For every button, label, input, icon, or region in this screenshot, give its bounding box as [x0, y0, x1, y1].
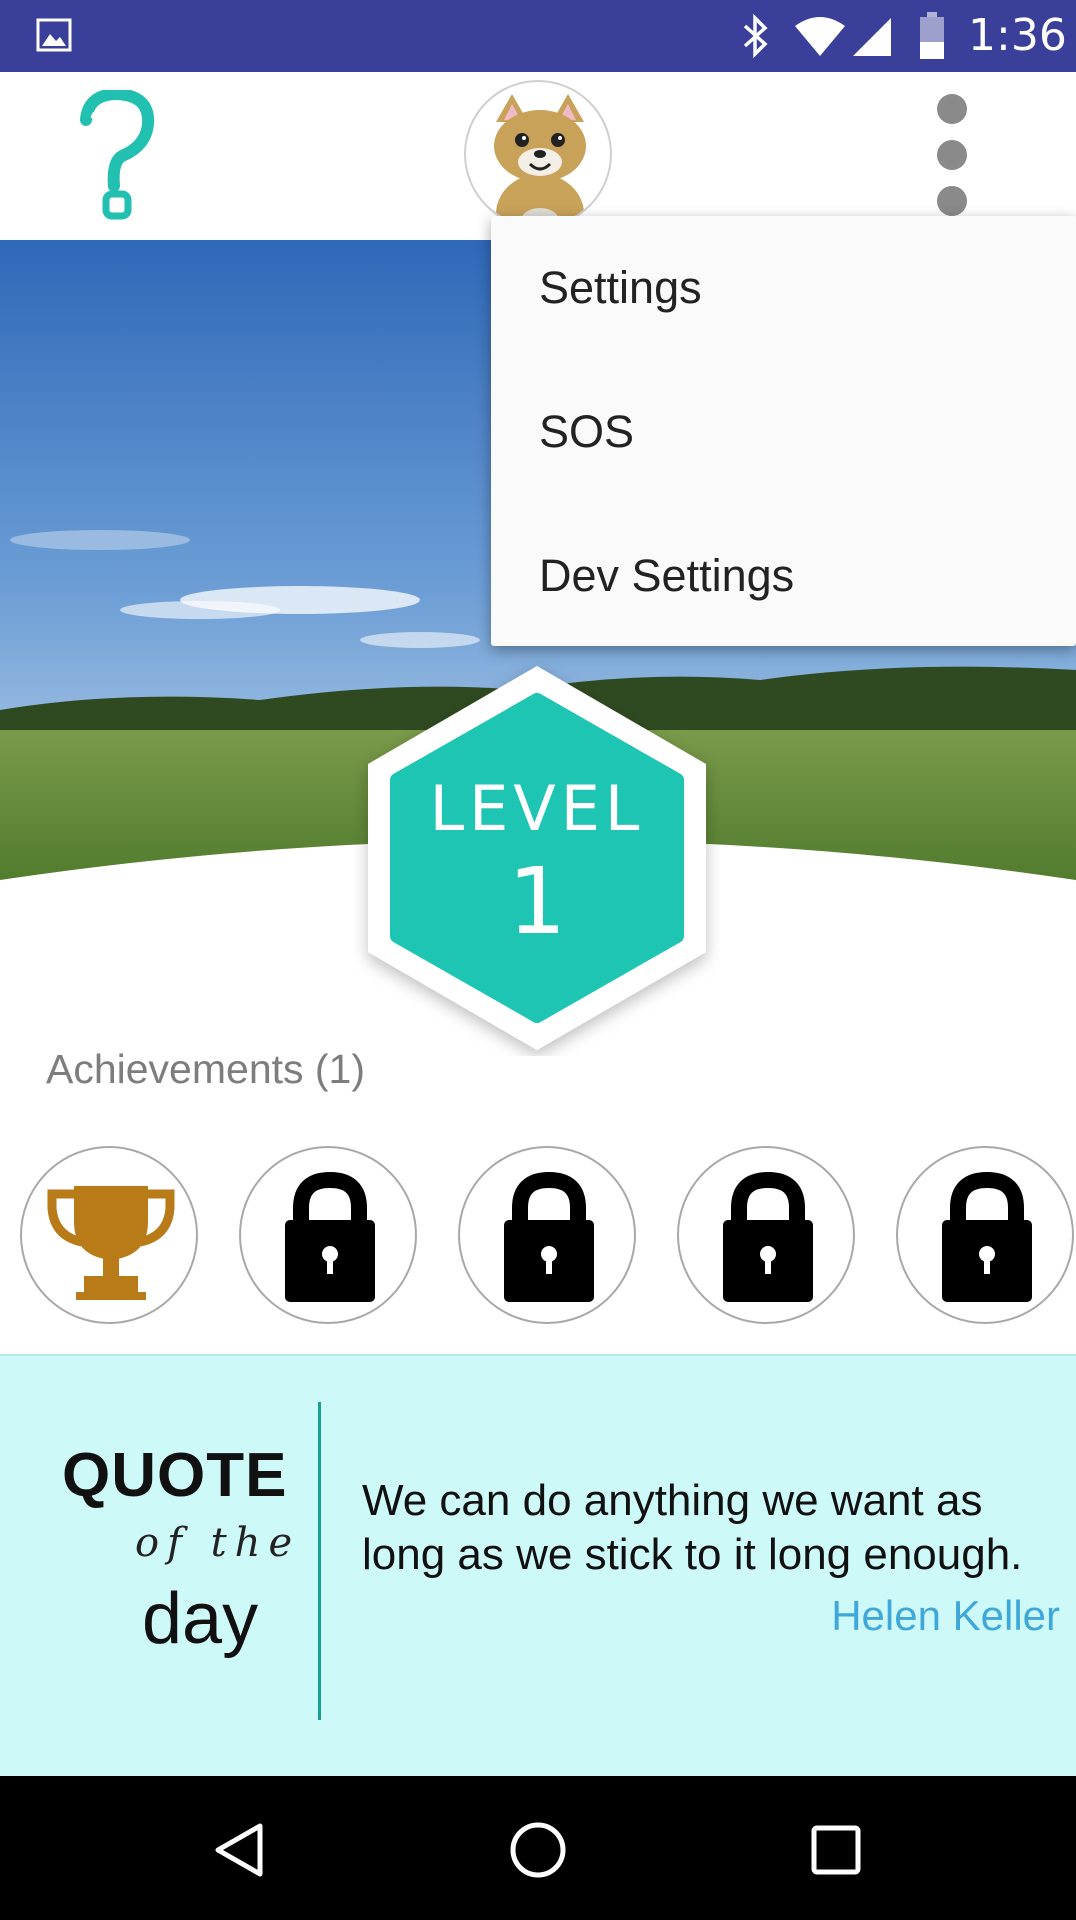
quote-divider	[318, 1402, 321, 1720]
back-icon[interactable]	[212, 1822, 268, 1878]
quote-text: We can do anything we want as long as we…	[362, 1476, 1023, 1579]
trophy-icon	[47, 1186, 175, 1300]
status-time: 1:36	[968, 10, 1067, 61]
menu-item-sos[interactable]: SOS	[491, 360, 1076, 504]
menu-item-settings[interactable]: Settings	[491, 216, 1076, 360]
question-mark-icon[interactable]	[78, 90, 158, 220]
bluetooth-icon	[743, 14, 768, 58]
wifi-icon	[795, 17, 845, 56]
quote-heading-of-the: of the	[135, 1520, 301, 1566]
achievement-badge-locked[interactable]	[896, 1146, 1074, 1324]
image-icon	[36, 18, 72, 52]
signal-icon	[853, 18, 891, 56]
achievement-badge-locked[interactable]	[458, 1146, 636, 1324]
more-vert-icon[interactable]	[934, 94, 970, 220]
avatar[interactable]	[464, 80, 612, 228]
level-label: LEVEL	[429, 772, 645, 845]
quote-heading-day: day	[142, 1579, 259, 1659]
quote-heading-quote: QUOTE	[62, 1441, 288, 1510]
status-bar: 1:36	[0, 0, 1076, 72]
lock-icon	[285, 1171, 375, 1302]
achievement-badge-locked[interactable]	[239, 1146, 417, 1324]
navigation-bar	[0, 1776, 1076, 1920]
cat-avatar-icon	[494, 94, 586, 226]
lock-icon	[723, 1171, 813, 1302]
home-icon[interactable]	[508, 1820, 568, 1880]
level-number: 1	[507, 848, 567, 955]
quote-author[interactable]: Helen Keller	[700, 1592, 1060, 1640]
menu-item-dev-settings[interactable]: Dev Settings	[491, 504, 1076, 648]
recents-icon[interactable]	[810, 1824, 862, 1876]
lock-icon	[504, 1171, 594, 1302]
battery-icon	[920, 12, 944, 59]
achievement-badge-unlocked[interactable]	[20, 1146, 198, 1324]
lock-icon	[942, 1171, 1032, 1302]
achievement-badge-locked[interactable]	[677, 1146, 855, 1324]
achievements-title: Achievements (1)	[46, 1046, 366, 1092]
overflow-menu: Settings SOS Dev Settings	[491, 216, 1076, 646]
